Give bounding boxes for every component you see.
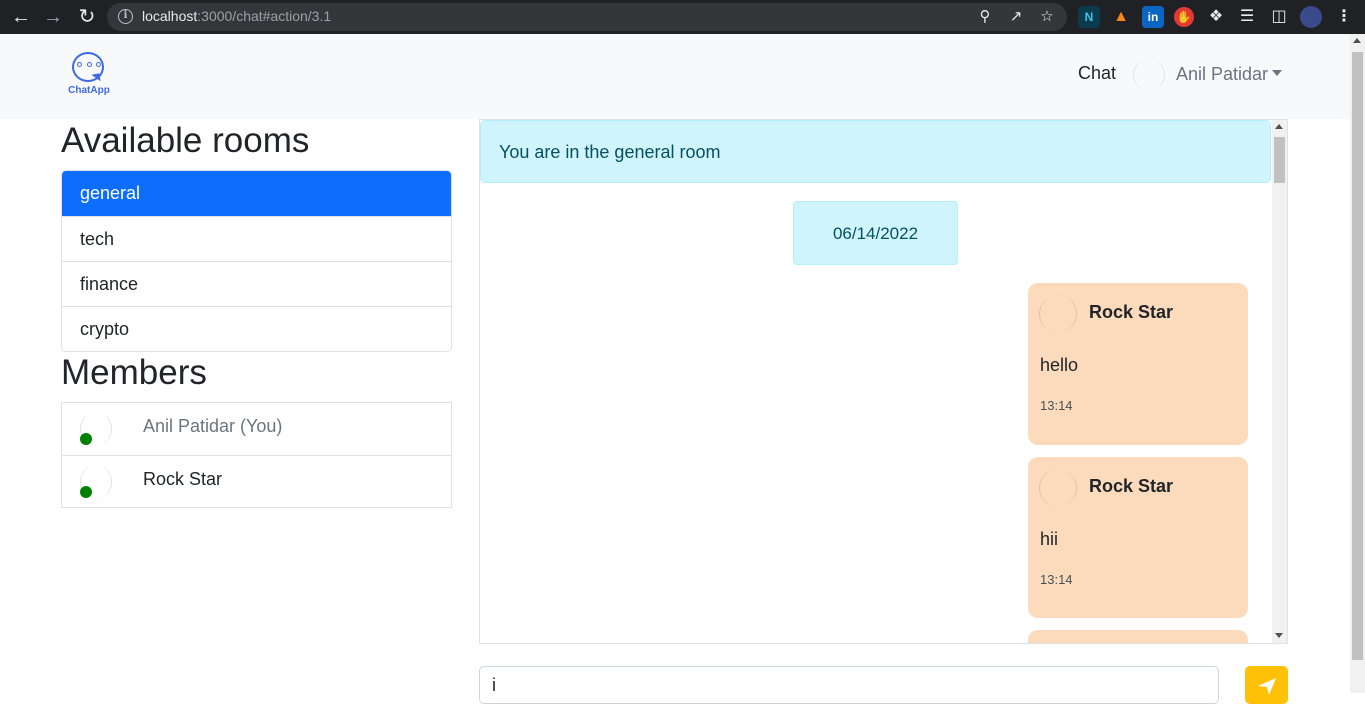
room-item-finance[interactable]: finance — [62, 261, 451, 306]
message-input[interactable] — [479, 666, 1219, 704]
online-status-icon — [80, 433, 92, 445]
caret-down-icon — [1272, 70, 1283, 76]
send-button[interactable] — [1245, 666, 1288, 704]
user-avatar — [1133, 59, 1165, 91]
nav-link-chat[interactable]: Chat — [1078, 63, 1116, 84]
share-icon[interactable]: ↗ — [1006, 7, 1026, 27]
scroll-down-icon[interactable] — [1275, 633, 1283, 638]
site-info-icon[interactable]: i — [118, 9, 133, 24]
address-bar[interactable]: i localhost:3000/chat#action/3.1 ⚲ ↗ ☆ — [107, 3, 1067, 31]
metamask-extension-icon[interactable]: ▲ — [1110, 6, 1132, 28]
room-item-crypto[interactable]: crypto — [62, 306, 451, 351]
message-bubble-partial — [1028, 630, 1248, 643]
scroll-up-icon[interactable] — [1275, 124, 1283, 129]
message-bubble: Rock Star hii 13:14 — [1028, 457, 1248, 618]
forward-arrow-icon[interactable]: → — [40, 4, 66, 30]
app-navbar: ChatApp Chat Anil Patidar — [0, 34, 1350, 119]
url-path: :3000/chat#action/3.1 — [197, 8, 332, 24]
notion-extension-icon[interactable]: N — [1078, 6, 1100, 28]
date-divider: 06/14/2022 — [793, 201, 958, 265]
page-scroll-thumb[interactable] — [1352, 52, 1363, 660]
back-arrow-icon[interactable]: ← — [8, 4, 34, 30]
messages-scrollbar[interactable] — [1272, 120, 1287, 643]
message-time: 13:14 — [1040, 398, 1073, 413]
message-bubble: Rock Star hello 13:14 — [1028, 283, 1248, 445]
media-queue-icon[interactable]: ☰ — [1236, 6, 1258, 28]
chatapp-logo[interactable]: ChatApp — [66, 50, 112, 98]
page-scrollbar[interactable] — [1350, 34, 1365, 693]
member-item: Rock Star — [62, 455, 451, 507]
member-name: Anil Patidar (You) — [143, 416, 283, 436]
message-author: Rock Star — [1089, 302, 1174, 322]
member-name: Rock Star — [143, 469, 223, 489]
adblock-extension-icon[interactable]: ✋ — [1174, 7, 1194, 27]
url-text[interactable]: localhost:3000/chat#action/3.1 — [142, 8, 331, 24]
send-icon — [1258, 678, 1276, 695]
bookmark-star-icon[interactable]: ☆ — [1037, 7, 1057, 27]
reload-icon[interactable]: ↻ — [74, 4, 100, 30]
member-item: Anil Patidar (You) — [62, 403, 451, 455]
rooms-heading: Available rooms — [61, 121, 310, 160]
room-notice: You are in the general room — [480, 120, 1271, 183]
side-panel-icon[interactable]: ◫ — [1268, 6, 1290, 28]
browser-menu-icon[interactable]: ⋮ — [1333, 6, 1355, 28]
extensions-puzzle-icon[interactable]: ❖ — [1205, 6, 1227, 28]
message-author: Rock Star — [1089, 476, 1174, 496]
logo-label: ChatApp — [68, 85, 110, 96]
rooms-list: general tech finance crypto — [61, 170, 452, 352]
message-avatar — [1039, 469, 1077, 507]
messages-scroll-thumb[interactable] — [1274, 137, 1285, 183]
zoom-icon[interactable]: ⚲ — [975, 7, 995, 27]
room-item-general[interactable]: general — [62, 171, 451, 216]
members-list: Anil Patidar (You) Rock Star — [61, 402, 452, 508]
message-avatar — [1039, 295, 1077, 333]
url-host: localhost — [142, 8, 198, 24]
online-status-icon — [80, 486, 92, 498]
messages-panel[interactable]: You are in the general room 06/14/2022 R… — [479, 119, 1288, 644]
browser-toolbar: ← → ↻ i localhost:3000/chat#action/3.1 ⚲… — [0, 0, 1365, 34]
user-name: Anil Patidar — [1176, 64, 1269, 84]
profile-avatar-icon[interactable] — [1300, 6, 1322, 28]
message-time: 13:14 — [1040, 572, 1073, 587]
members-heading: Members — [61, 353, 207, 392]
message-text: hello — [1040, 355, 1079, 375]
scroll-up-icon[interactable] — [1353, 38, 1361, 43]
message-text: hii — [1040, 529, 1059, 549]
user-dropdown[interactable]: Anil Patidar — [1176, 64, 1283, 85]
room-item-tech[interactable]: tech — [62, 216, 451, 261]
linkedin-extension-icon[interactable]: in — [1142, 6, 1164, 28]
